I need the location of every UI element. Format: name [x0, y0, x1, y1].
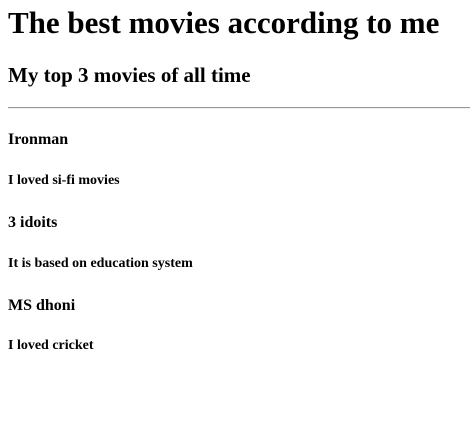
divider	[8, 107, 470, 109]
movie-description-ms-dhoni: I loved cricket	[8, 338, 94, 353]
movie-description-ironman: I loved si-fi movies	[8, 173, 120, 188]
page-subtitle: My top 3 movies of all time	[8, 63, 251, 87]
movie-description-3-idoits: It is based on education system	[8, 256, 193, 271]
page-title: The best movies according to me	[8, 5, 440, 40]
movie-title-ironman: Ironman	[8, 131, 69, 148]
page-body: The best movies according to me My top 3…	[0, 0, 470, 430]
movie-title-ms-dhoni: MS dhoni	[8, 297, 76, 314]
movie-title-3-idoits: 3 idoits	[8, 214, 58, 231]
